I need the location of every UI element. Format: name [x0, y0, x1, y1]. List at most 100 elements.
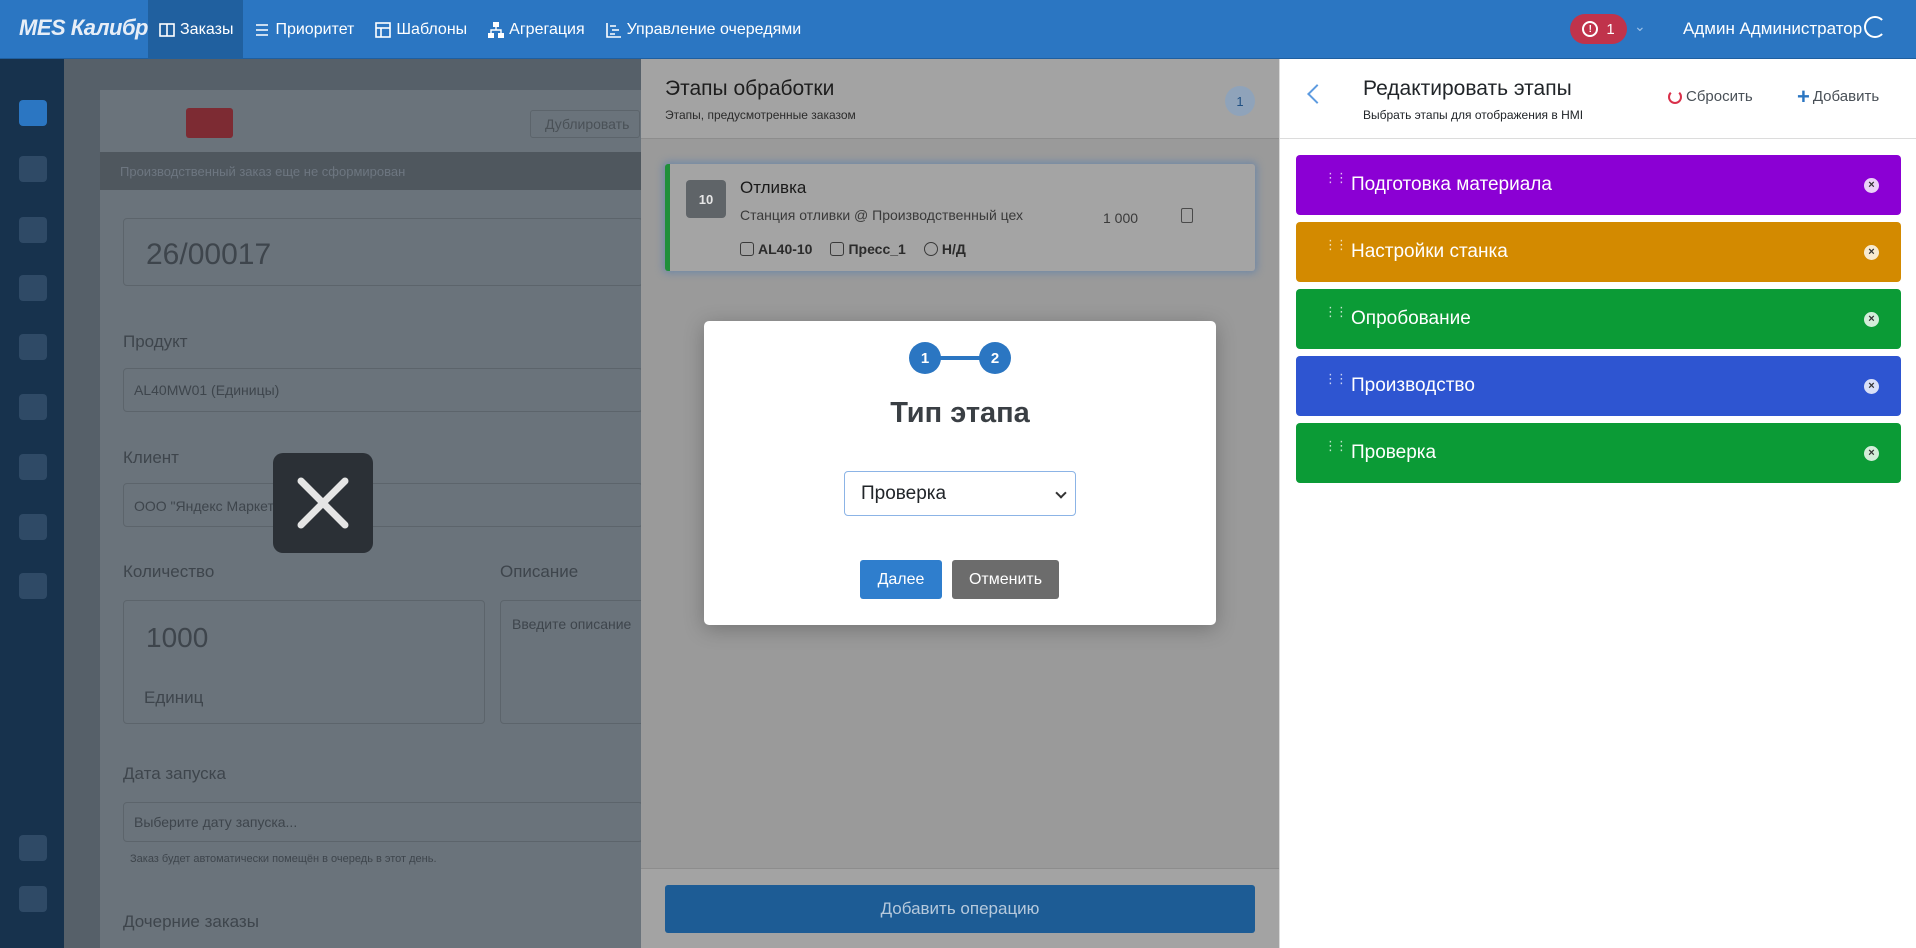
edit-stages-panel: Редактировать этапы Выбрать этапы для от… [1279, 59, 1916, 948]
next-button[interactable]: Далее [860, 560, 942, 599]
delete-button[interactable] [186, 108, 233, 138]
brand-logo[interactable]: MES Калибр [19, 15, 149, 41]
nav-item-label: Заказы [180, 20, 234, 38]
list-icon[interactable] [19, 454, 47, 480]
stages-panel-footer: Добавить операцию [641, 868, 1279, 948]
gear-icon[interactable] [19, 835, 47, 861]
sliders-icon[interactable] [19, 156, 47, 182]
stage-label: Проверка [1351, 442, 1437, 463]
quantity-label: Количество [123, 562, 215, 581]
sidebar [0, 59, 64, 948]
operation-tag-label: AL40-10 [758, 241, 813, 257]
book-icon [158, 21, 176, 39]
stages-count-badge: 1 [1225, 86, 1255, 116]
drag-handle-icon[interactable]: ⋮⋮ [1324, 305, 1348, 318]
stage-type-modal: 1 2 Тип этапа Проверка Далее Отменить [704, 321, 1216, 625]
chevron-left-icon[interactable] [1307, 84, 1327, 104]
operation-tag-part: AL40-10 [740, 241, 812, 257]
reset-button[interactable]: Сбросить [1668, 88, 1753, 105]
operation-tag-mold: Н/Д [923, 241, 966, 257]
nav-item-label: Агрегация [509, 20, 585, 38]
stage-label: Опробование [1351, 308, 1471, 329]
stage-item[interactable]: ⋮⋮ Подготовка материала × [1296, 155, 1901, 215]
stage-label: Подготовка материала [1351, 174, 1552, 195]
target-icon [923, 242, 938, 256]
add-operation-button[interactable]: Добавить операцию [665, 885, 1255, 933]
undo-icon [1668, 89, 1682, 104]
drag-handle-icon[interactable]: ⋮⋮ [1324, 238, 1348, 251]
nav-item-label: Управление очередями [626, 20, 802, 38]
top-navbar: MES Калибр Заказы Приоритет Шаблоны Агре… [0, 0, 1916, 59]
operation-quantity: 1 000 [1103, 210, 1139, 226]
drag-handle-icon[interactable]: ⋮⋮ [1324, 439, 1348, 452]
duplicate-button[interactable]: Дублировать [530, 110, 640, 138]
nav-item-templates[interactable]: Шаблоны [364, 0, 477, 59]
alert-count: 1 [1606, 20, 1615, 38]
remove-stage-icon[interactable]: × [1864, 311, 1879, 327]
stages-panel-title: Этапы обработки [665, 77, 835, 100]
client-value: ООО "Яндекс Маркет" [134, 498, 279, 514]
logout-icon[interactable] [19, 886, 47, 912]
operation-tag-label: Н/Д [941, 241, 966, 257]
user-menu[interactable]: Админ Администратор [1683, 19, 1862, 39]
stage-item[interactable]: ⋮⋮ Производство × [1296, 356, 1901, 416]
alert-icon: ! [1582, 21, 1599, 37]
remove-stage-icon[interactable]: × [1864, 378, 1879, 394]
bar-chart-icon[interactable] [19, 334, 47, 360]
operation-title: Отливка [740, 178, 807, 197]
start-date-placeholder: Выберите дату запуска... [134, 814, 298, 830]
client-label: Клиент [123, 448, 179, 467]
remove-stage-icon[interactable]: × [1864, 244, 1879, 260]
drag-handle-icon[interactable]: ⋮⋮ [1324, 171, 1348, 184]
stage-item[interactable]: ⋮⋮ Настройки станка × [1296, 222, 1901, 282]
wizard-stepper: 1 2 [909, 341, 1013, 375]
cancel-button[interactable]: Отменить [952, 560, 1059, 599]
stats-icon[interactable] [19, 394, 47, 420]
description-placeholder: Введите описание [512, 616, 632, 632]
hierarchy-icon [487, 21, 505, 39]
nav-item-priority[interactable]: Приоритет [243, 0, 364, 59]
remove-stage-icon[interactable]: × [1864, 177, 1879, 193]
start-date-label: Дата запуска [123, 764, 226, 783]
modal-title: Тип этапа [890, 397, 1030, 429]
stage-type-select[interactable]: Проверка [844, 471, 1076, 516]
start-date-hint: Заказ будет автоматически помещён в очер… [130, 853, 437, 865]
drag-handle-icon[interactable]: ⋮⋮ [1324, 372, 1348, 385]
description-label: Описание [500, 562, 579, 581]
product-label: Продукт [123, 332, 188, 351]
stage-label: Настройки станка [1351, 241, 1508, 262]
edit-stages-subtitle: Выбрать этапы для отображения в HMI [1363, 108, 1584, 122]
order-status-strip: Производственный заказ еще не сформирова… [100, 152, 660, 190]
stage-item[interactable]: ⋮⋮ Опробование × [1296, 289, 1901, 349]
stage-list: ⋮⋮ Подготовка материала × ⋮⋮ Настройки с… [1296, 155, 1901, 490]
nav-item-queues[interactable]: Управление очередями [595, 0, 812, 59]
save-icon[interactable] [19, 217, 47, 243]
add-stage-button[interactable]: + Добавить [1797, 84, 1879, 109]
user-logo-icon[interactable] [1864, 16, 1886, 38]
stage-label: Производство [1351, 375, 1475, 396]
alerts-badge[interactable]: ! 1 [1570, 14, 1627, 44]
operation-station: Станция отливки @ Производственный цех [740, 207, 1023, 223]
orders-icon[interactable] [19, 100, 47, 126]
nav-item-aggregation[interactable]: Агрегация [477, 0, 594, 59]
edit-stages-title: Редактировать этапы [1363, 77, 1572, 100]
chevron-down-icon[interactable]: ⌄ [1634, 18, 1646, 35]
operation-tag-machine: Пресс_1 [830, 241, 906, 257]
nav-item-orders[interactable]: Заказы [148, 0, 244, 59]
remove-stage-icon[interactable]: × [1864, 445, 1879, 461]
press-icon [830, 242, 845, 256]
gantt-icon [605, 21, 623, 39]
operation-card[interactable]: 10 Отливка Станция отливки @ Производств… [665, 164, 1255, 271]
flow-icon[interactable] [19, 514, 47, 540]
chevron-down-icon [1055, 487, 1067, 499]
area-chart-icon[interactable] [19, 275, 47, 301]
template-icon [374, 21, 392, 39]
list-priority-icon [253, 21, 271, 39]
tools-icon[interactable] [19, 573, 47, 599]
plus-icon: + [1797, 84, 1810, 109]
product-value: AL40MW01 (Единицы) [134, 382, 280, 398]
close-overlay-button[interactable] [273, 453, 373, 553]
stage-item[interactable]: ⋮⋮ Проверка × [1296, 423, 1901, 483]
copy-icon[interactable] [1181, 208, 1193, 223]
reset-label: Сбросить [1686, 88, 1753, 105]
